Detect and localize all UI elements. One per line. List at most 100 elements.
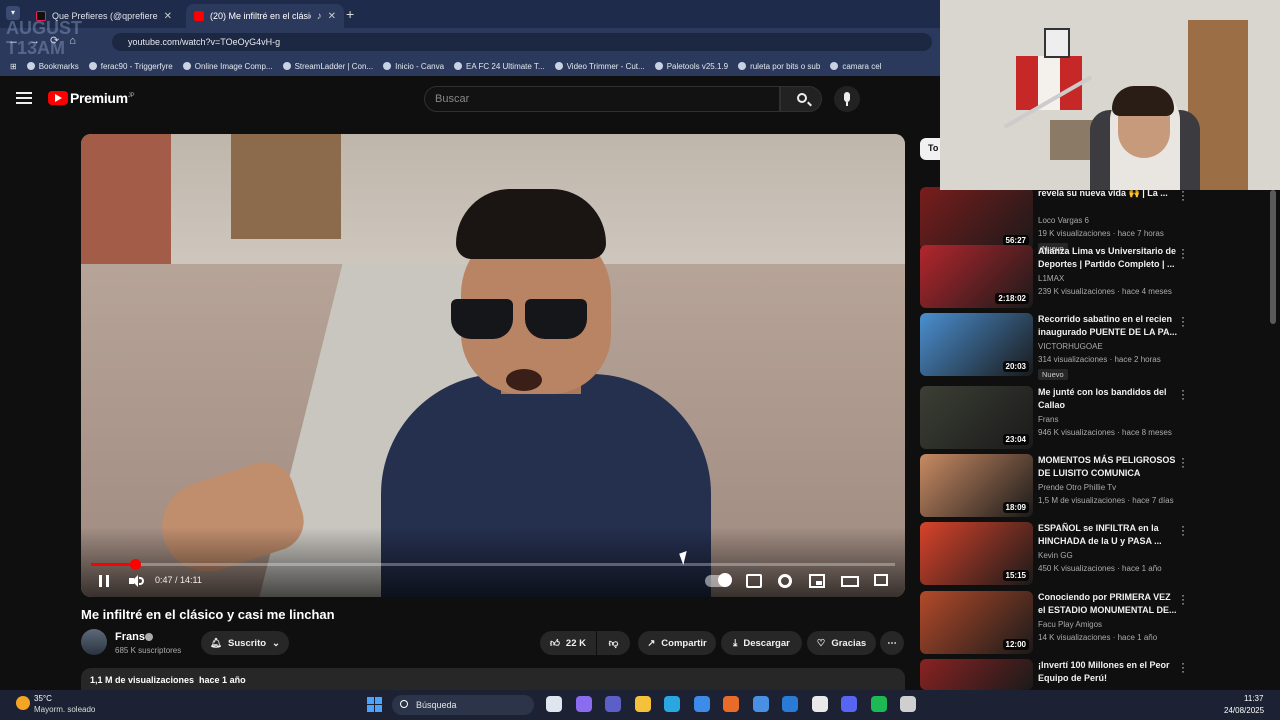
more-options-icon[interactable]: · · · [1180, 384, 1186, 404]
edge-icon[interactable] [664, 696, 680, 712]
video-thumbnail[interactable]: 12:00 [920, 591, 1033, 654]
recommended-video[interactable]: 56:27 revela su nueva vida 🙌 | La ... Loco… [920, 185, 1260, 254]
video-thumbnail[interactable]: 18:09 [920, 454, 1033, 517]
recommended-video[interactable]: ¡Invertí 100 Millones en el Peor Equipo … [920, 657, 1260, 690]
channel-name[interactable]: VICTORHUGOAE [1038, 342, 1103, 351]
clock-date[interactable]: 24/08/2025 [1224, 706, 1264, 715]
weather-icon[interactable] [16, 696, 30, 710]
fullscreen-icon[interactable] [874, 574, 888, 586]
video-title[interactable]: Alianza Lima vs Universitario de Deporte… [1038, 245, 1178, 271]
dislike-button[interactable]: 👎︎ [597, 631, 630, 655]
video-title[interactable]: MOMENTOS MÁS PELIGROSOS DE LUISITO COMUN… [1038, 454, 1178, 480]
channel-name[interactable]: Frans [115, 631, 145, 643]
recommended-video[interactable]: 15:15 ESPAÑOL se INFILTRA en la HINCHADA … [920, 520, 1260, 586]
recommended-video[interactable]: 20:03 Recorrido sabatino en el recien ina… [920, 311, 1260, 380]
teams-icon[interactable] [605, 696, 621, 712]
clock-time[interactable]: 11:37 [1244, 694, 1263, 703]
filter-chip[interactable]: To [920, 138, 940, 160]
video-title[interactable]: Conociendo por PRIMERA VEZ el ESTADIO MO… [1038, 591, 1178, 617]
browser-tab-youtube[interactable]: (20) Me infiltré en el clásico ♪ ✕ [186, 4, 344, 28]
video-thumbnail[interactable]: 2:18:02 [920, 245, 1033, 308]
pause-icon[interactable] [99, 575, 109, 587]
mail-icon[interactable] [752, 696, 769, 712]
obs-icon[interactable] [900, 696, 916, 712]
windows-start-icon[interactable] [367, 697, 383, 713]
video-thumbnail[interactable]: 20:03 [920, 313, 1033, 376]
taskbar-search[interactable]: Búsqueda [392, 695, 534, 715]
bookmark-item[interactable]: EA FC 24 Ultimate T... [454, 62, 545, 71]
spotify-icon[interactable] [870, 696, 887, 712]
channel-name[interactable]: Loco Vargas 6 [1038, 216, 1089, 225]
video-title[interactable]: Recorrido sabatino en el recien inaugura… [1038, 313, 1178, 339]
bookmark-item[interactable]: Online Image Comp... [182, 62, 273, 71]
channel-name[interactable]: Frans [1038, 415, 1058, 424]
scrollbar[interactable] [1270, 190, 1276, 324]
more-options-icon[interactable]: · · · [1180, 657, 1186, 677]
search-input[interactable]: Buscar [424, 86, 780, 112]
youtube-brand[interactable]: PremiumJP [70, 90, 135, 106]
recommended-video[interactable]: 12:00 Conociendo por PRIMERA VEZ el ESTAD… [920, 589, 1260, 655]
more-options-icon[interactable]: · · · [1180, 452, 1186, 472]
video-thumbnail[interactable]: 15:15 [920, 522, 1033, 585]
share-button[interactable]: ↗ Compartir [638, 631, 716, 655]
channel-name[interactable]: Prende Otro Phillie Tv [1038, 483, 1116, 492]
subscribed-button[interactable]: 🔔︎ Suscrito ⌄ [201, 631, 289, 655]
recommended-video[interactable]: 2:18:02 Alianza Lima vs Universitario de … [920, 243, 1260, 309]
thanks-button[interactable]: ♡ Gracias [807, 631, 876, 655]
theater-mode-icon[interactable] [841, 576, 859, 587]
bookmark-item[interactable]: camara cel [830, 62, 881, 71]
like-button[interactable]: 👍︎ 22 K [540, 631, 596, 655]
app-icon[interactable] [723, 696, 739, 712]
discord-icon[interactable] [841, 696, 857, 712]
volume-icon[interactable] [129, 575, 144, 587]
photos-icon[interactable] [782, 696, 798, 712]
video-thumbnail[interactable]: 23:04 [920, 386, 1033, 449]
progress-bar[interactable] [91, 559, 895, 570]
youtube-logo-icon[interactable] [48, 91, 68, 105]
bookmark-item[interactable]: ruleta por bits o sub [738, 62, 820, 71]
download-button[interactable]: ⤓ Descargar [721, 631, 802, 655]
video-thumbnail[interactable] [920, 659, 1033, 690]
chrome-icon[interactable] [811, 696, 828, 712]
apps-icon[interactable]: ⊞ [10, 62, 17, 71]
channel-name[interactable]: Facu Play Amigos [1038, 620, 1102, 629]
miniplayer-icon[interactable] [809, 574, 825, 588]
voice-search-button[interactable] [834, 86, 860, 112]
bookmark-item[interactable]: Inicio - Canva [383, 62, 444, 71]
more-options-icon[interactable]: · · · [1180, 589, 1186, 609]
bookmark-item[interactable]: StreamLadder | Con... [282, 62, 373, 71]
autoplay-toggle[interactable] [705, 573, 732, 587]
new-tab-button[interactable]: + [346, 6, 354, 22]
video-title[interactable]: ESPAÑOL se INFILTRA en la HINCHADA de la… [1038, 522, 1178, 548]
more-options-icon[interactable]: · · · [1180, 311, 1186, 331]
file-explorer-icon[interactable] [546, 696, 562, 712]
recommended-video[interactable]: 18:09 MOMENTOS MÁS PELIGROSOS DE LUISITO … [920, 452, 1260, 518]
bookmark-item[interactable]: Bookmarks [26, 62, 79, 71]
video-title[interactable]: Me junté con los bandidos del Callao [1038, 386, 1178, 412]
bookmark-item[interactable]: Paletools v25.1.9 [654, 62, 728, 71]
close-tab-icon[interactable]: ✕ [328, 11, 336, 22]
search-button[interactable] [780, 86, 822, 112]
channel-name[interactable]: Kevin GG [1038, 551, 1073, 560]
close-tab-icon[interactable]: ✕ [164, 11, 172, 22]
audio-icon[interactable]: ♪ [317, 11, 322, 22]
video-thumbnail[interactable]: 56:27 [920, 187, 1033, 250]
video-title[interactable]: ¡Invertí 100 Millones en el Peor Equipo … [1038, 659, 1178, 685]
more-actions-button[interactable]: ⋯ [880, 631, 904, 655]
channel-name[interactable]: L1MAX [1038, 274, 1064, 283]
gear-icon[interactable] [778, 574, 792, 588]
subtitles-icon[interactable] [746, 574, 762, 588]
hamburger-menu-icon[interactable] [16, 92, 32, 104]
store-icon[interactable] [693, 696, 710, 712]
bookmark-item[interactable]: Video Trimmer - Cut... [554, 62, 645, 71]
bookmark-item[interactable]: ferac90 - Triggerfyre [88, 62, 173, 71]
video-player[interactable]: 0:47 / 14:11 [81, 134, 905, 597]
weather-temperature[interactable]: 35°C [34, 694, 52, 703]
url-field[interactable]: youtube.com/watch?v=TOeOyG4vH-g [112, 33, 932, 51]
more-options-icon[interactable]: · · · [1180, 185, 1186, 205]
recommended-video[interactable]: 23:04 Me junté con los bandidos del Calla… [920, 384, 1260, 450]
weather-description[interactable]: Mayorm. soleado [34, 705, 95, 714]
copilot-icon[interactable] [575, 696, 592, 712]
more-options-icon[interactable]: · · · [1180, 520, 1186, 540]
avatar[interactable] [81, 629, 107, 655]
